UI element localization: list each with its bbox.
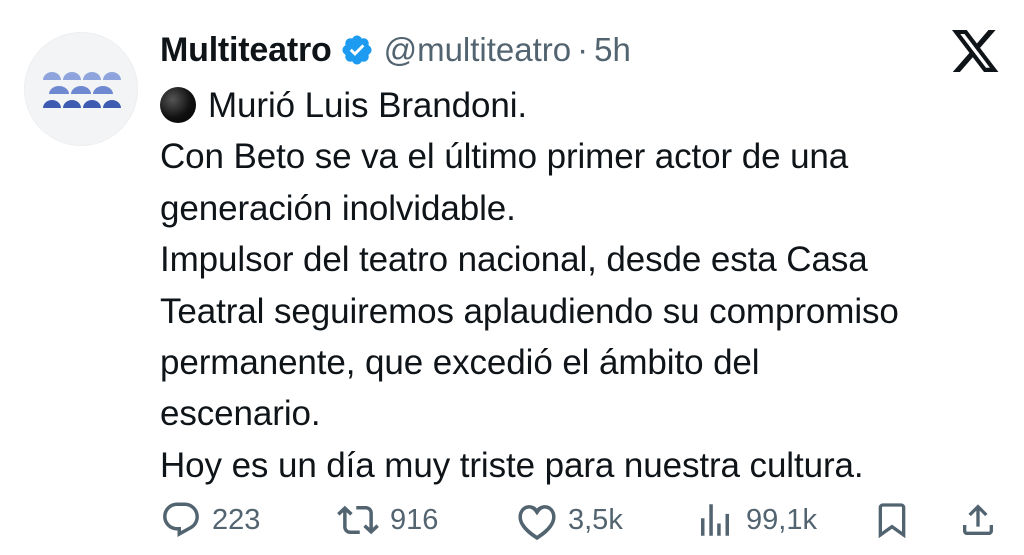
repost-icon [337, 505, 379, 535]
repost-button[interactable]: 916 [336, 498, 438, 542]
like-count: 3,5k [568, 503, 623, 536]
tweet-line: permanente, que excedió el ámbito del [160, 343, 760, 383]
views-chart-icon [701, 504, 729, 536]
display-name[interactable]: Multiteatro [160, 31, 332, 70]
tweet-line: Impulsor del teatro nacional, desde esta… [160, 240, 868, 280]
tweet-line: Con Beto se va el último primer actor de… [160, 137, 849, 177]
tweet-line: Hoy es un día muy triste para nuestra cu… [160, 445, 864, 485]
reply-icon [163, 502, 199, 537]
repost-count: 916 [390, 503, 439, 536]
bookmark-button[interactable] [872, 498, 912, 542]
separator-dot: · [577, 31, 589, 68]
black-circle-icon [160, 87, 196, 123]
reply-count: 223 [212, 503, 261, 536]
tweet-text: Murió Luis Brandoni. Con Beto se va el ú… [160, 80, 1010, 491]
x-logo-icon [952, 30, 1000, 74]
post-time[interactable]: 5h [594, 31, 631, 69]
share-icon [963, 504, 993, 535]
tweet-line: generación inolvidable. [160, 188, 516, 228]
theater-seats-logo-icon [43, 72, 121, 108]
bookmark-icon [878, 503, 906, 539]
heart-icon [518, 505, 556, 541]
tweet-line-text: Murió Luis Brandoni. [208, 86, 527, 125]
reply-button[interactable]: 223 [160, 498, 260, 542]
views-button[interactable]: 99,1k [694, 498, 817, 542]
action-bar: 223 916 3,5k 99,1k [160, 498, 1000, 542]
tweet-header: Multiteatro @multiteatro · 5h [160, 28, 631, 72]
share-button[interactable] [958, 498, 998, 542]
tweet-line: Teatral seguiremos aplaudiendo su compro… [160, 291, 899, 331]
tweet-line: escenario. [160, 394, 321, 434]
verified-badge-icon [340, 33, 374, 67]
view-count: 99,1k [746, 503, 817, 536]
tweet-line: Murió Luis Brandoni. [160, 80, 1010, 131]
like-button[interactable]: 3,5k [516, 498, 623, 542]
avatar[interactable] [24, 32, 138, 146]
account-handle[interactable]: @multiteatro [384, 31, 572, 69]
